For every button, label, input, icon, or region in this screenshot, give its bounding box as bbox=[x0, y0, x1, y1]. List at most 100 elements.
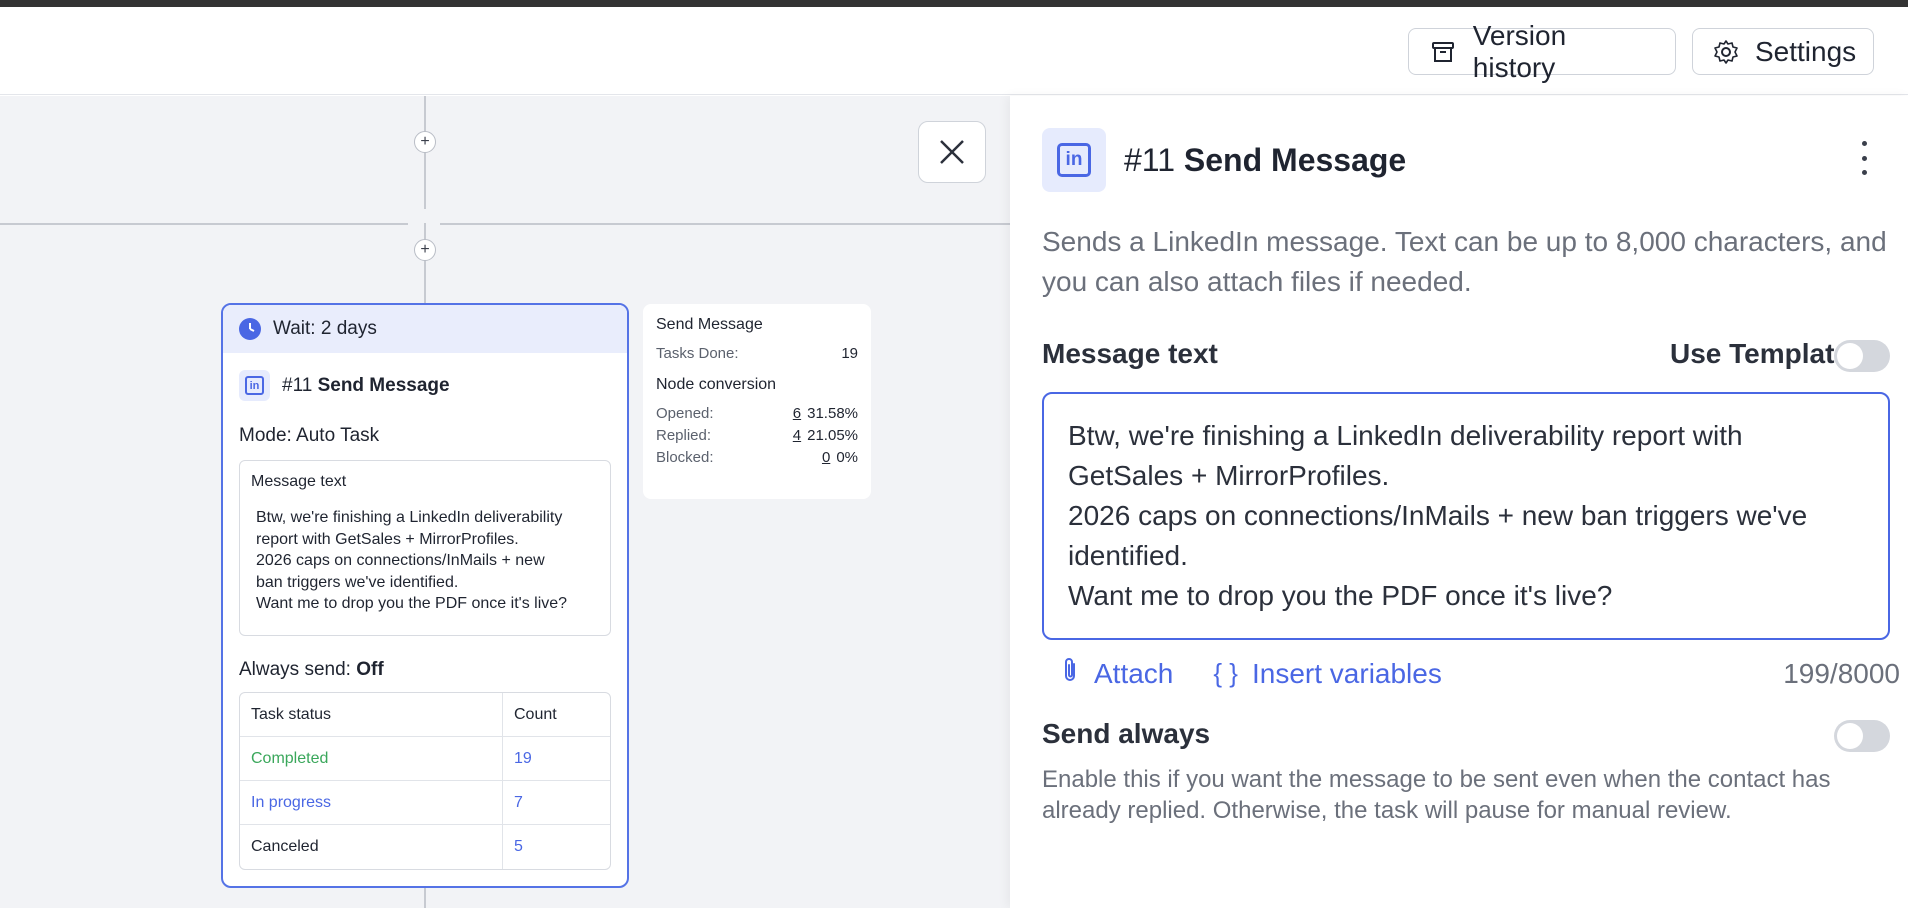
stats-row-replied: Replied: 4 21.05% bbox=[656, 424, 858, 446]
connector-line bbox=[424, 223, 426, 303]
message-line: GetSales + MirrorProfiles. bbox=[1068, 460, 1390, 491]
archive-icon bbox=[1429, 38, 1457, 66]
add-step-button[interactable]: + bbox=[414, 239, 436, 261]
panel-description: Sends a LinkedIn message. Text can be up… bbox=[1042, 226, 1887, 297]
braces-icon: { } bbox=[1213, 658, 1238, 688]
task-count-link[interactable]: 5 bbox=[503, 825, 610, 869]
task-status-table: Task status Count Completed 19 In progre… bbox=[239, 692, 611, 870]
plus-icon: + bbox=[420, 133, 430, 150]
use-template-label: Use Template bbox=[1670, 338, 1850, 369]
message-line: Want me to drop you the PDF once it's li… bbox=[256, 595, 568, 612]
table-row: In progress 7 bbox=[240, 781, 610, 825]
mode-value: Auto Task bbox=[296, 425, 380, 446]
panel-step-title: Send Message bbox=[1183, 141, 1407, 178]
panel-step-number: #11 bbox=[1124, 141, 1176, 178]
connector-line bbox=[440, 223, 1010, 225]
message-text-input[interactable]: Btw, we're finishing a LinkedIn delivera… bbox=[1042, 392, 1890, 640]
panel-header: in #11 Send Message bbox=[1042, 128, 1406, 192]
stats-count-link[interactable]: 6 bbox=[793, 405, 801, 422]
paperclip-icon bbox=[1060, 656, 1080, 691]
table-header: Count bbox=[503, 693, 610, 737]
close-icon bbox=[940, 140, 964, 164]
settings-label: Settings bbox=[1755, 35, 1857, 67]
panel-title: #11 Send Message bbox=[1124, 142, 1406, 179]
table-row: Completed 19 bbox=[240, 737, 610, 781]
node-message-label: Message text bbox=[251, 473, 347, 490]
stats-pct: 21.05% bbox=[807, 426, 858, 444]
node-message-box: Message text Btw, we're finishing a Link… bbox=[239, 460, 611, 636]
table-row: Canceled 5 bbox=[240, 825, 610, 869]
stats-pct: 31.58% bbox=[807, 404, 858, 422]
node-always-send: Always send: Off bbox=[239, 659, 384, 681]
table-header: Task status bbox=[240, 693, 503, 737]
version-history-label: Version history bbox=[1472, 19, 1567, 83]
wait-banner: Wait: 2 days bbox=[223, 305, 627, 353]
send-always-desc-line: Enable this if you want the message to b… bbox=[1042, 766, 1831, 793]
attach-button[interactable]: Attach bbox=[1060, 656, 1173, 691]
message-toolbar: Attach { } Insert variables 199/8000 bbox=[1042, 656, 1900, 691]
stats-label: Replied: bbox=[656, 426, 712, 444]
insert-variables-button[interactable]: { } Insert variables bbox=[1213, 658, 1441, 690]
task-status-canceled: Canceled bbox=[240, 825, 503, 869]
stats-count-link[interactable]: 0 bbox=[822, 449, 830, 466]
stats-row-opened: Opened: 6 31.58% bbox=[656, 402, 858, 424]
attach-label: Attach bbox=[1094, 657, 1174, 689]
more-options-icon[interactable] bbox=[1860, 141, 1868, 175]
insert-variables-label: Insert variables bbox=[1251, 657, 1442, 689]
send-always-toggle[interactable] bbox=[1834, 720, 1890, 752]
step-settings-panel: in #11 Send Message Sends a LinkedIn mes… bbox=[1010, 96, 1908, 908]
node-title-text: Send Message bbox=[317, 374, 450, 396]
settings-button[interactable]: Settings bbox=[1692, 28, 1874, 75]
message-line: 2026 caps on connections/InMails + new b… bbox=[1068, 500, 1808, 531]
mode-prefix: Mode: bbox=[239, 425, 292, 446]
top-strip bbox=[0, 0, 1908, 7]
message-line: ban triggers we've identified. bbox=[256, 573, 459, 591]
stats-title: Send Message bbox=[656, 316, 763, 333]
send-always-desc-line: already replied. Otherwise, the task wil… bbox=[1042, 797, 1732, 824]
stats-value: 19 bbox=[841, 344, 858, 362]
version-history-button[interactable]: Version history bbox=[1408, 20, 1676, 83]
stats-label: Tasks Done: bbox=[656, 344, 739, 362]
send-always-label: Send always bbox=[1042, 718, 1211, 749]
task-status-in-progress: In progress bbox=[240, 781, 503, 825]
table-header-row: Task status Count bbox=[240, 693, 610, 737]
node-message-text: Btw, we're finishing a LinkedIn delivera… bbox=[251, 507, 599, 615]
node-stats-popover: Send Message Tasks Done: 19 Node convers… bbox=[643, 304, 871, 499]
add-step-button[interactable]: + bbox=[414, 131, 436, 153]
message-line: identified. bbox=[1068, 540, 1188, 571]
stats-pct: 0% bbox=[836, 448, 858, 466]
linkedin-icon: in bbox=[239, 370, 270, 401]
task-status-completed: Completed bbox=[240, 737, 503, 781]
stats-tasks-done: Tasks Done: 19 bbox=[656, 342, 858, 364]
stats-row-blocked: Blocked: 0 0% bbox=[656, 446, 858, 468]
connector-line bbox=[0, 223, 408, 225]
use-template-toggle[interactable] bbox=[1834, 340, 1890, 372]
task-count-link[interactable]: 7 bbox=[503, 781, 610, 825]
character-counter: 199/8000 bbox=[1783, 657, 1900, 689]
send-message-node[interactable]: Wait: 2 days in #11 Send Message Mode: A… bbox=[221, 303, 629, 888]
close-panel-button[interactable] bbox=[918, 121, 986, 183]
node-mode: Mode: Auto Task bbox=[239, 425, 379, 447]
message-text-label: Message text bbox=[1042, 338, 1218, 369]
stats-label: Opened: bbox=[656, 404, 714, 422]
message-line: report with GetSales + MirrorProfiles. bbox=[256, 530, 519, 548]
always-send-value: Off bbox=[356, 659, 384, 680]
node-title: in #11 Send Message bbox=[239, 370, 450, 401]
always-send-prefix: Always send: bbox=[239, 659, 351, 680]
message-line: Btw, we're finishing a LinkedIn delivera… bbox=[256, 509, 563, 526]
wait-label: Wait: 2 days bbox=[273, 318, 377, 339]
message-line: 2026 caps on connections/InMails + new bbox=[256, 552, 545, 569]
message-line: Btw, we're finishing a LinkedIn delivera… bbox=[1068, 420, 1743, 451]
connector-line bbox=[424, 888, 426, 908]
flow-canvas[interactable]: + + Wait: 2 days in #11 Send Message Mod… bbox=[0, 96, 1010, 908]
node-number: #11 bbox=[282, 374, 313, 396]
task-count-link[interactable]: 19 bbox=[503, 737, 610, 781]
send-always-description: Enable this if you want the message to b… bbox=[1042, 764, 1902, 826]
plus-icon: + bbox=[420, 241, 430, 258]
linkedin-icon: in bbox=[1042, 128, 1106, 192]
message-line: Want me to drop you the PDF once it's li… bbox=[1068, 580, 1613, 611]
gear-icon bbox=[1713, 38, 1739, 66]
clock-icon bbox=[239, 318, 261, 340]
stats-count-link[interactable]: 4 bbox=[793, 427, 801, 444]
header-bar: Version history Settings bbox=[0, 7, 1908, 95]
